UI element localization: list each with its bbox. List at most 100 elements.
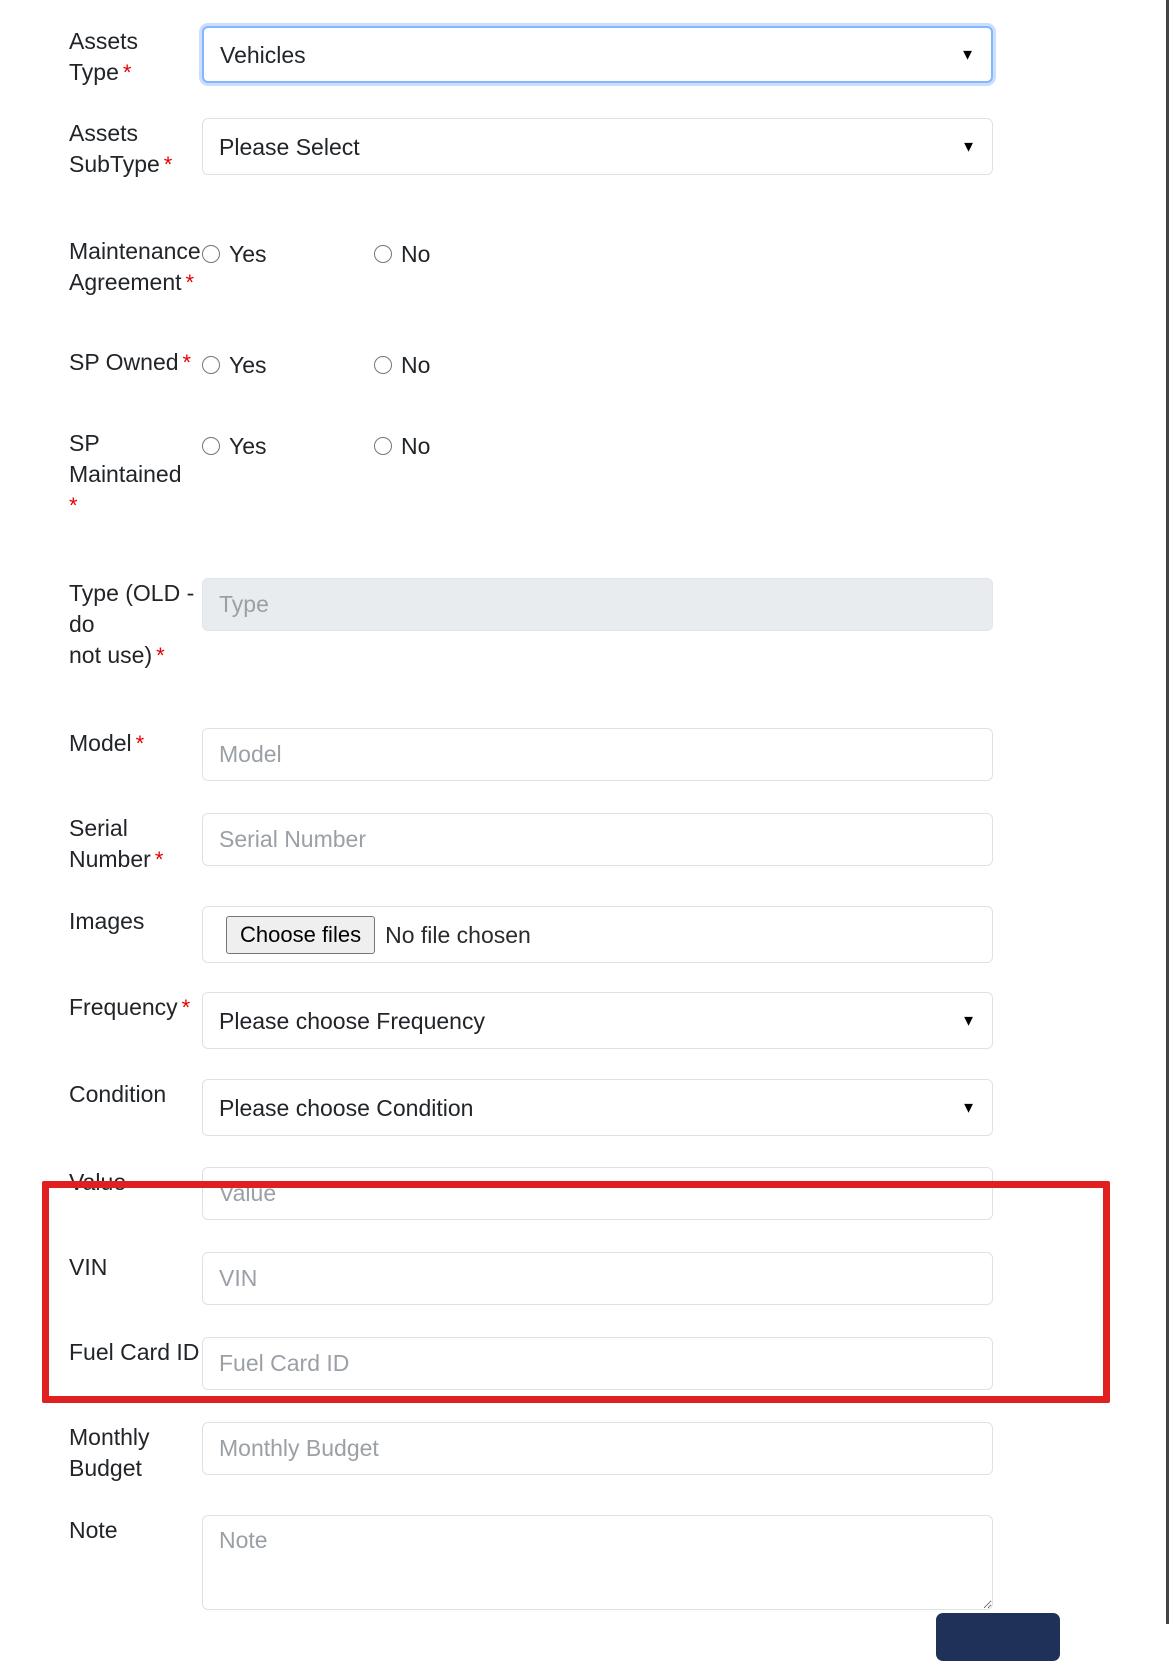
label-fuel-card-id: Fuel Card ID [69,1339,200,1365]
radio-label-yes: Yes [229,241,267,267]
control-images: Choose files No file chosen [202,906,993,963]
assets-subtype-value: Please Select [219,133,360,160]
model-input[interactable] [202,728,993,781]
monthly-budget-input[interactable] [202,1422,993,1475]
submit-button[interactable] [936,1613,1060,1661]
assets-type-select[interactable]: Vehicles ▼ [202,26,993,83]
required-asterisk: * [154,847,164,872]
radio-label-no: No [401,352,431,378]
chevron-down-icon: ▼ [961,1099,976,1116]
required-asterisk: * [185,270,195,295]
label-note: Note [69,1517,118,1543]
radio-icon[interactable] [202,356,220,374]
control-sp-maintained: Yes No [202,428,993,460]
radio-label-no: No [401,433,431,459]
images-file-input[interactable]: Choose files No file chosen [202,906,993,963]
control-model [202,728,993,781]
maintenance-agreement-yes[interactable]: Yes [202,240,374,268]
control-type-old [202,578,993,631]
field-row-note: Note [0,1515,1166,1610]
control-maintenance-agreement: Yes No [202,236,993,268]
chevron-down-icon: ▼ [960,46,975,63]
radio-label-no: No [401,241,431,267]
condition-select[interactable]: Please choose Condition ▼ [202,1079,993,1136]
sp-owned-no[interactable]: No [374,351,430,379]
value-input[interactable] [202,1167,993,1220]
label-assets-type: Assets Type * [69,28,139,85]
fuel-card-id-input[interactable] [202,1337,993,1390]
sp-owned-yes[interactable]: Yes [202,351,374,379]
label-assets-subtype: Assets SubType * [69,120,173,177]
frequency-select[interactable]: Please choose Frequency ▼ [202,992,993,1049]
control-note [202,1515,993,1610]
maintenance-agreement-radio-group: Yes No [202,236,993,268]
control-vin [202,1252,993,1305]
label-serial-number: Serial Number * [69,815,164,872]
label-model: Model * [69,730,145,756]
required-asterisk: * [182,350,192,375]
label-monthly-budget: Monthly Budget [69,1424,150,1481]
file-chosen-status: No file chosen [385,921,531,948]
radio-icon[interactable] [202,245,220,263]
label-frequency: Frequency * [69,994,191,1020]
field-row-maintenance-agreement: Maintenance Agreement * Yes No [0,236,1166,298]
control-condition: Please choose Condition ▼ [202,1079,993,1136]
label-type-old: Type (OLD - do not use) * [69,580,195,668]
asset-form: Assets Type * Vehicles ▼ Assets SubType * P… [0,0,1166,1610]
field-row-images: Images Choose files No file chosen [0,906,1166,963]
control-fuel-card-id [202,1337,993,1390]
radio-icon[interactable] [202,437,220,455]
radio-icon[interactable] [374,356,392,374]
label-sp-maintained: SP Maintained * [69,430,182,518]
vin-input[interactable] [202,1252,993,1305]
field-row-sp-owned: SP Owned * Yes No [0,347,1166,379]
field-row-value: Value [0,1167,1166,1220]
assets-type-value: Vehicles [220,41,306,68]
type-old-input [202,578,993,631]
control-assets-type: Vehicles ▼ [202,26,993,83]
sp-maintained-radio-group: Yes No [202,428,993,460]
label-images: Images [69,908,145,934]
field-row-sp-maintained: SP Maintained * Yes No [0,428,1166,521]
required-asterisk: * [181,995,191,1020]
required-asterisk: * [163,152,173,177]
required-asterisk: * [69,493,78,518]
label-condition: Condition [69,1081,167,1107]
field-row-model: Model * [0,728,1166,781]
radio-icon[interactable] [374,437,392,455]
radio-icon[interactable] [374,245,392,263]
frequency-value: Please choose Frequency [219,1007,485,1034]
label-vin: VIN [69,1254,108,1280]
assets-subtype-select[interactable]: Please Select ▼ [202,118,993,175]
required-asterisk: * [135,731,145,756]
field-row-vin: VIN [0,1252,1166,1305]
sp-maintained-yes[interactable]: Yes [202,432,374,460]
radio-label-yes: Yes [229,352,267,378]
required-asterisk: * [156,643,165,668]
sp-owned-radio-group: Yes No [202,347,993,379]
control-value [202,1167,993,1220]
chevron-down-icon: ▼ [961,138,976,155]
radio-label-yes: Yes [229,433,267,459]
sp-maintained-no[interactable]: No [374,432,430,460]
required-asterisk: * [122,60,132,85]
condition-value: Please choose Condition [219,1094,474,1121]
maintenance-agreement-no[interactable]: No [374,240,430,268]
chevron-down-icon: ▼ [961,1012,976,1029]
field-row-assets-subtype: Assets SubType * Please Select ▼ [0,118,1166,180]
control-monthly-budget [202,1422,993,1475]
choose-files-button[interactable]: Choose files [226,915,376,954]
field-row-serial-number: Serial Number * [0,813,1166,875]
field-row-assets-type: Assets Type * Vehicles ▼ [0,26,1166,88]
note-textarea[interactable] [202,1515,993,1610]
control-frequency: Please choose Frequency ▼ [202,992,993,1049]
label-maintenance-agreement: Maintenance Agreement * [69,238,201,295]
label-value: Value [69,1169,127,1195]
control-serial-number [202,813,993,866]
field-row-frequency: Frequency * Please choose Frequency ▼ [0,992,1166,1049]
control-sp-owned: Yes No [202,347,993,379]
field-row-fuel-card-id: Fuel Card ID [0,1337,1166,1390]
field-row-monthly-budget: Monthly Budget [0,1422,1166,1484]
serial-number-input[interactable] [202,813,993,866]
field-row-type-old: Type (OLD - do not use) * [0,578,1166,671]
